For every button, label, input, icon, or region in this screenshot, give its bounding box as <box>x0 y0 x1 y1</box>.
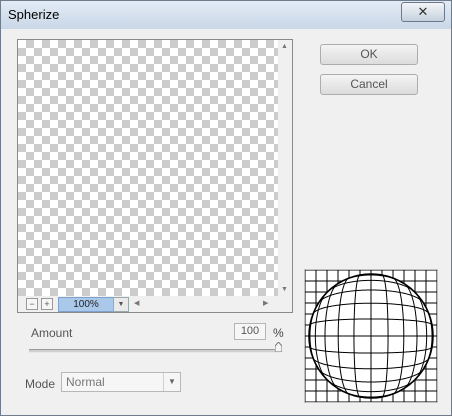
zoom-in-icon: + <box>44 299 50 309</box>
preview-panel[interactable]: ▲ ▼ − + 100% ▼ ◀ ▶ <box>17 39 293 313</box>
scroll-right-icon[interactable]: ▶ <box>263 299 268 307</box>
close-icon: ✕ <box>417 4 429 19</box>
spherize-thumbnail <box>304 269 438 403</box>
preview-zoom-bar: − + 100% ▼ ◀ ▶ <box>18 296 292 312</box>
zoom-out-icon: − <box>29 299 35 309</box>
preview-vertical-scrollbar[interactable]: ▲ ▼ <box>278 40 292 296</box>
amount-slider-thumb[interactable] <box>275 342 282 352</box>
zoom-out-button[interactable]: − <box>26 298 38 310</box>
dialog-title: Spherize <box>8 7 60 22</box>
mode-label: Mode <box>25 377 56 391</box>
mode-value: Normal <box>66 375 105 389</box>
zoom-dropdown-button[interactable]: ▼ <box>113 297 129 312</box>
cancel-button[interactable]: Cancel <box>320 74 418 95</box>
spherize-dialog: Spherize ✕ ▲ ▼ − + 100% ▼ ◀ ▶ OK Cancel … <box>0 0 452 416</box>
preview-canvas[interactable] <box>18 40 278 296</box>
scroll-up-icon[interactable]: ▲ <box>281 43 288 50</box>
amount-label: Amount <box>31 326 73 340</box>
zoom-in-button[interactable]: + <box>41 298 53 310</box>
ok-button[interactable]: OK <box>320 44 418 65</box>
close-button[interactable]: ✕ <box>401 2 445 22</box>
scroll-down-icon[interactable]: ▼ <box>281 286 288 293</box>
amount-unit: % <box>273 326 284 340</box>
mode-select[interactable]: Normal ▼ <box>61 372 181 392</box>
amount-input[interactable]: 100 <box>234 323 266 340</box>
zoom-level-field[interactable]: 100% <box>58 297 114 312</box>
amount-slider[interactable] <box>29 349 279 353</box>
chevron-down-icon: ▼ <box>117 301 125 308</box>
spherize-grid-icon <box>304 269 438 403</box>
dialog-body: ▲ ▼ − + 100% ▼ ◀ ▶ OK Cancel Amount 100 <box>8 29 444 407</box>
scroll-left-icon[interactable]: ◀ <box>134 299 139 307</box>
chevron-down-icon: ▼ <box>163 373 180 391</box>
title-bar[interactable]: Spherize ✕ <box>1 1 451 29</box>
